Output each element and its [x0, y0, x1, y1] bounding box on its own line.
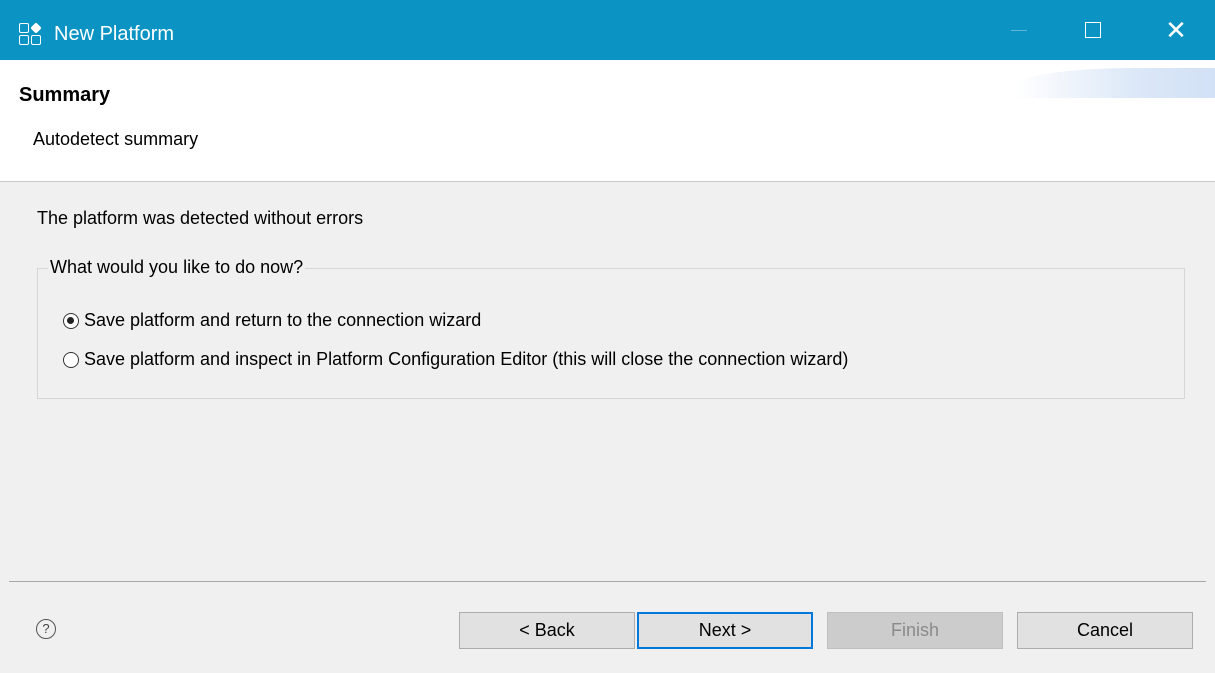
option-inspect-in-editor[interactable]: Save platform and inspect in Platform Co… — [63, 349, 848, 370]
options-group — [37, 268, 1185, 399]
footer-separator — [9, 581, 1206, 582]
next-button[interactable]: Next > — [637, 612, 813, 649]
maximize-icon — [1085, 22, 1101, 38]
option-label: Save platform and inspect in Platform Co… — [84, 349, 849, 369]
back-button[interactable]: < Back — [459, 612, 635, 649]
status-message: The platform was detected without errors — [37, 208, 364, 228]
option-label: Save platform and return to the connecti… — [84, 310, 482, 330]
minimize-icon — [1011, 29, 1027, 31]
radio-button-selected[interactable] — [63, 312, 79, 329]
page-subtitle: Autodetect summary — [33, 129, 199, 149]
header-banner-graphic — [1015, 68, 1215, 98]
radio-button[interactable] — [63, 351, 79, 368]
window-title: New Platform — [54, 23, 175, 45]
minimize-button[interactable] — [980, 0, 1058, 60]
close-icon: ✕ — [1165, 14, 1187, 45]
close-button[interactable]: ✕ — [1137, 0, 1215, 60]
option-return-to-wizard[interactable]: Save platform and return to the connecti… — [63, 310, 481, 331]
wizard-header — [0, 60, 1215, 182]
help-icon[interactable]: ? — [36, 619, 56, 639]
finish-button: Finish — [827, 612, 1003, 649]
cancel-button[interactable]: Cancel — [1017, 612, 1193, 649]
page-title: Summary — [19, 84, 111, 106]
app-icon — [19, 22, 42, 45]
title-bar: New Platform ✕ — [0, 0, 1215, 60]
maximize-button[interactable] — [1054, 0, 1132, 60]
options-group-label: What would you like to do now? — [48, 257, 306, 278]
